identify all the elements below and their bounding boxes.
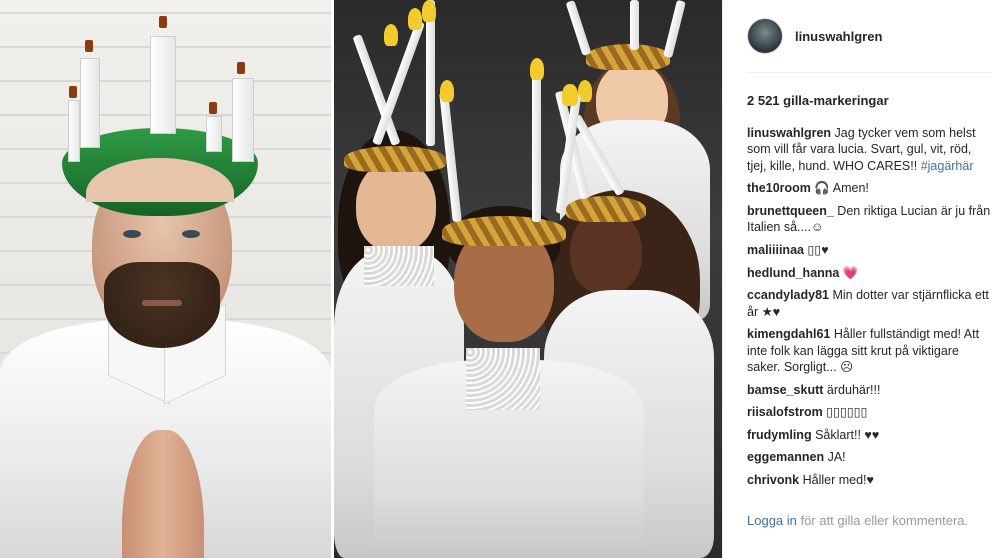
doll-flame — [408, 8, 422, 30]
comment-text: 💗 — [842, 265, 859, 280]
doll-face — [356, 160, 436, 252]
doll-crown — [586, 44, 670, 70]
lego-flame — [85, 40, 93, 52]
doll-candle — [565, 0, 592, 57]
doll-crown — [566, 196, 646, 222]
comment-username[interactable]: maliiiinaa — [747, 243, 804, 257]
comment-username[interactable]: frudymling — [747, 428, 812, 442]
comment-username[interactable]: the10room — [747, 181, 811, 195]
lego-candle — [80, 58, 100, 148]
lego-candle — [68, 100, 80, 162]
comment-username[interactable]: hedlund_hanna — [747, 266, 839, 280]
doll-candle — [372, 20, 425, 146]
doll-flame — [384, 24, 398, 46]
comment-text: Håller med!♥ — [802, 472, 874, 487]
doll-flame — [440, 80, 454, 102]
comment-username[interactable]: kimengdahl61 — [747, 327, 830, 341]
comment-text: ärduhär!!! — [826, 382, 881, 397]
comment-username[interactable]: ccandylady81 — [747, 288, 829, 302]
doll-lace-collar — [364, 246, 434, 286]
comment-item: brunettqueen_ Den riktiga Lucian är ju f… — [747, 203, 991, 236]
photo-lucia-dolls — [334, 0, 722, 558]
caption-username[interactable]: linuswahlgren — [747, 126, 831, 140]
lego-flame — [69, 86, 77, 98]
doll-flame — [422, 0, 436, 22]
comment-item: the10room 🎧 Amen! — [747, 180, 991, 196]
comment-username[interactable]: brunettqueen_ — [747, 204, 834, 218]
comment-username[interactable]: chrivonk — [747, 473, 799, 487]
caption: linuswahlgren Jag tycker vem som helst s… — [747, 125, 991, 174]
doll-candle — [532, 70, 541, 222]
post-header: linuswahlgren — [747, 18, 882, 54]
comment-item: hedlund_hanna 💗 — [747, 265, 991, 281]
lego-flame — [159, 16, 167, 28]
doll-face — [570, 210, 642, 294]
photo-man-lego-crown — [0, 0, 331, 558]
doll-lace-collar — [466, 348, 540, 410]
login-prompt: Logga in för att gilla eller kommentera. — [747, 512, 977, 529]
comment-text: 🎧 Amen! — [814, 181, 869, 196]
comment-item: maliiiinaa ▯▯♥ — [747, 242, 991, 258]
man-eye-left — [123, 230, 141, 238]
lego-flame — [209, 102, 217, 114]
comment-text: ▯▯♥ — [807, 243, 829, 257]
man-eye-right — [182, 230, 200, 238]
comment-item: chrivonk Håller med!♥ — [747, 472, 991, 488]
man-mouth — [142, 300, 182, 306]
comment-text: JA! — [827, 450, 846, 465]
comment-text: ▯▯▯▯▯▯ — [826, 405, 868, 420]
lego-candle — [150, 36, 176, 134]
post-panel: linuswahlgren 2 521 gilla-markeringar li… — [722, 0, 992, 558]
doll-candle — [663, 0, 686, 59]
comment-list: linuswahlgren Jag tycker vem som helst s… — [747, 125, 991, 495]
doll-flame — [564, 84, 578, 106]
lego-flame — [237, 62, 245, 74]
login-link[interactable]: Logga in — [747, 513, 797, 528]
comment-username[interactable]: riisalofstrom — [747, 405, 823, 419]
comment-item: ccandylady81 Min dotter var stjärnflicka… — [747, 287, 991, 320]
comment-username[interactable]: eggemannen — [747, 450, 824, 464]
login-prompt-text: för att gilla eller kommentera. — [800, 513, 969, 528]
comment-item: eggemannen JA! — [747, 449, 991, 465]
comment-text: Såklart!! ♥♥ — [815, 427, 880, 442]
comment-item: riisalofstrom ▯▯▯▯▯▯ — [747, 404, 991, 420]
comment-item: bamse_skutt ärduhär!!! — [747, 382, 991, 398]
post-username[interactable]: linuswahlgren — [795, 29, 882, 44]
doll-crown — [344, 146, 446, 172]
like-count[interactable]: 2 521 gilla-markeringar — [747, 93, 889, 108]
doll-candle — [630, 0, 639, 50]
caption-hashtag[interactable]: #jagärhär — [921, 159, 974, 173]
comment-username[interactable]: bamse_skutt — [747, 383, 823, 397]
avatar[interactable] — [747, 18, 783, 54]
comment-item: kimengdahl61 Håller fullständigt med! At… — [747, 326, 991, 375]
doll-flame — [530, 58, 544, 80]
lego-candle — [206, 116, 222, 152]
header-divider — [747, 72, 992, 73]
comment-item: frudymling Såklart!! ♥♥ — [747, 427, 991, 443]
lego-candle — [232, 78, 254, 162]
